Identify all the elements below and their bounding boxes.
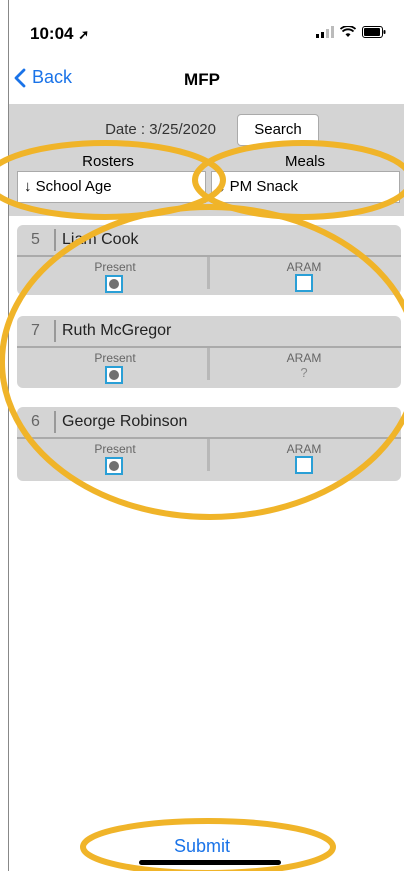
roster-select[interactable]: ↓ School Age bbox=[17, 171, 206, 203]
present-checkbox[interactable] bbox=[105, 275, 123, 293]
student-card: 5 Liam Cook Present ARAM bbox=[17, 225, 401, 295]
checked-dot-icon bbox=[109, 279, 119, 289]
aram-label: ARAM bbox=[286, 442, 322, 456]
battery-icon bbox=[362, 26, 386, 38]
status-icons bbox=[316, 26, 386, 38]
page-title: MFP bbox=[184, 70, 220, 89]
present-label: Present bbox=[94, 260, 136, 274]
divider bbox=[54, 411, 56, 433]
checked-dot-icon bbox=[109, 370, 119, 380]
aram-label: ARAM bbox=[286, 260, 322, 274]
meal-select[interactable]: ↓ PM Snack bbox=[211, 171, 400, 203]
status-time: 10:04 ➚ bbox=[30, 24, 90, 43]
student-number: 7 bbox=[31, 322, 40, 339]
student-number: 6 bbox=[31, 413, 40, 430]
present-label: Present bbox=[94, 442, 136, 456]
aram-checkbox[interactable] bbox=[295, 274, 313, 292]
student-card: 6 George Robinson Present ARAM bbox=[17, 407, 401, 481]
submit-button[interactable]: Submit bbox=[0, 836, 404, 857]
home-indicator bbox=[139, 860, 281, 865]
aram-checkbox[interactable] bbox=[295, 456, 313, 474]
present-label: Present bbox=[94, 351, 136, 365]
checked-dot-icon bbox=[109, 461, 119, 471]
signal-icon bbox=[316, 26, 334, 38]
meals-label: Meals bbox=[284, 153, 325, 170]
student-name: Ruth McGregor bbox=[62, 322, 172, 339]
student-number: 5 bbox=[31, 231, 40, 248]
divider bbox=[207, 257, 210, 289]
date-label: Date : 3/25/2020 bbox=[105, 121, 216, 138]
aram-unknown-indicator: ? bbox=[300, 365, 308, 380]
student-name: Liam Cook bbox=[62, 231, 139, 248]
rosters-label: Rosters bbox=[82, 153, 134, 170]
student-name: George Robinson bbox=[62, 413, 188, 430]
divider bbox=[207, 348, 210, 380]
divider bbox=[207, 439, 210, 471]
student-card: 7 Ruth McGregor Present ARAM ? bbox=[17, 316, 401, 388]
divider bbox=[54, 320, 56, 342]
wifi-icon bbox=[340, 26, 356, 37]
location-arrow-icon: ➚ bbox=[78, 27, 90, 42]
divider bbox=[54, 229, 56, 251]
aram-label: ARAM bbox=[286, 351, 322, 365]
present-checkbox[interactable] bbox=[105, 366, 123, 384]
search-button[interactable]: Search bbox=[237, 114, 319, 146]
present-checkbox[interactable] bbox=[105, 457, 123, 475]
